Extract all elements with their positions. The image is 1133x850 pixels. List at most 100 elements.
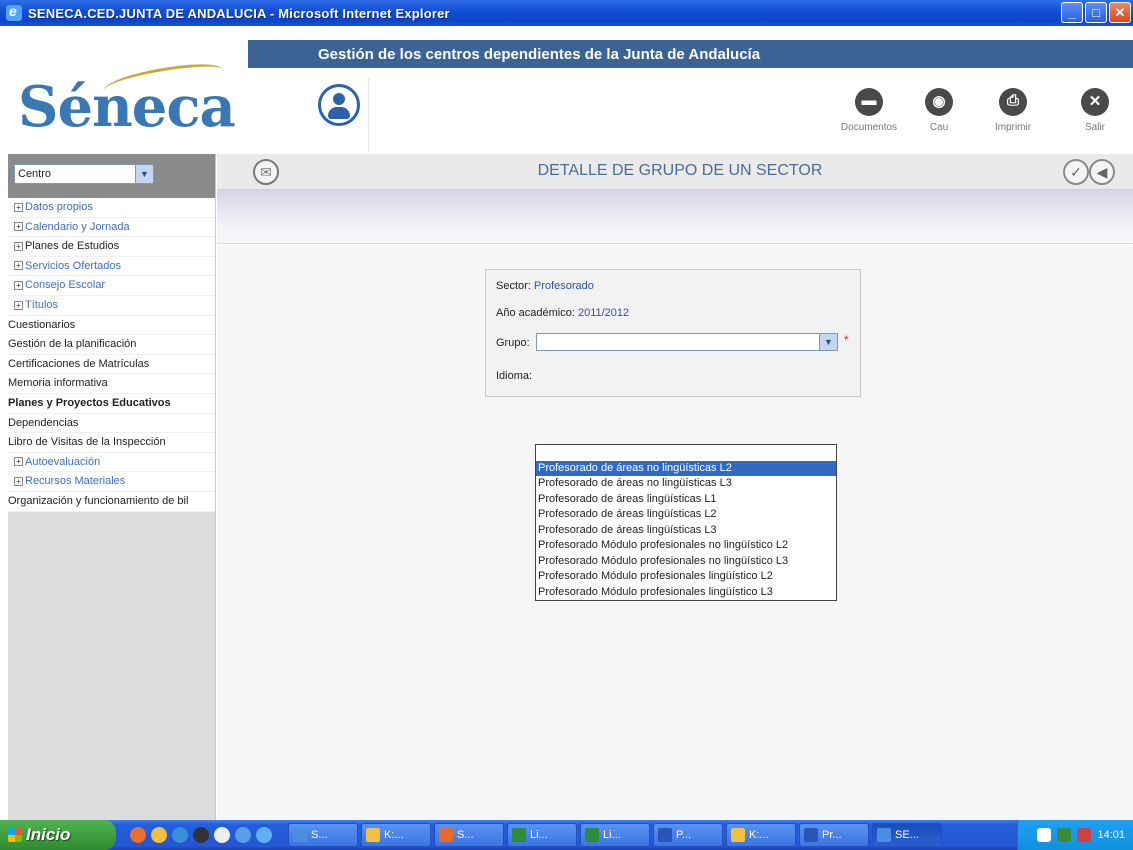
sidebar-item[interactable]: + Consejo Escolar — [8, 276, 215, 296]
accept-icon[interactable]: ✓ — [1063, 159, 1089, 185]
tray-network-icon[interactable] — [1057, 828, 1072, 842]
chevron-down-icon[interactable]: ▼ — [135, 165, 153, 183]
sidebar-item[interactable]: + Calendario y Jornada — [8, 218, 215, 238]
tray-arrow-icon[interactable] — [1037, 828, 1052, 842]
folder-icon[interactable] — [151, 827, 167, 843]
sidebar-item-label: Consejo Escolar — [25, 279, 106, 292]
ie-icon — [6, 3, 22, 21]
task-label: Pr... — [822, 829, 842, 841]
tray-app-icon[interactable] — [1077, 828, 1092, 842]
taskbar-task-button[interactable]: Li... — [580, 823, 650, 847]
window-controls: _ □ ✕ — [1061, 2, 1131, 23]
user-info-box — [368, 78, 608, 152]
user-avatar-icon[interactable] — [318, 84, 360, 126]
sidebar-item[interactable]: Cuestionarios — [8, 316, 215, 336]
dropdown-option[interactable]: Profesorado de áreas lingüísticas L2 — [536, 507, 836, 523]
centro-select[interactable]: Centro ▼ — [14, 164, 154, 184]
app-icon[interactable] — [193, 827, 209, 843]
exit-icon: ✕ — [1081, 88, 1109, 116]
imprimir-button[interactable]: ⎙ Imprimir — [978, 88, 1048, 133]
ie-icon[interactable] — [256, 827, 272, 843]
expand-plus-icon[interactable]: + — [14, 241, 23, 251]
dropdown-option[interactable] — [536, 445, 836, 461]
app-icon[interactable] — [214, 827, 230, 843]
header-banner: Gestión de los centros dependientes de l… — [248, 40, 1133, 68]
imprimir-label: Imprimir — [994, 122, 1032, 133]
taskbar-task-button[interactable]: K:... — [726, 823, 796, 847]
taskbar-task-button[interactable]: SE... — [872, 823, 942, 847]
sidebar-item[interactable]: Organización y funcionamiento de bil — [8, 492, 215, 512]
grupo-select[interactable]: ▼ — [536, 333, 838, 351]
window-title: SENECA.CED.JUNTA DE ANDALUCIA - Microsof… — [28, 5, 450, 21]
taskbar-task-button[interactable]: S... — [434, 823, 504, 847]
close-button[interactable]: ✕ — [1109, 2, 1131, 23]
dropdown-option[interactable]: Profesorado de áreas no lingüísticas L3 — [536, 476, 836, 492]
taskbar: Inicio S... K:... S... Li... Li... P... K:... P… — [0, 820, 1133, 850]
expand-plus-icon[interactable]: + — [14, 202, 23, 212]
taskbar-task-button[interactable]: Pr... — [799, 823, 869, 847]
sidebar-item[interactable]: + Planes de Estudios — [8, 237, 215, 257]
anio-label: Año académico: — [496, 307, 575, 319]
app-header: Gestión de los centros dependientes de l… — [8, 26, 1133, 154]
expand-plus-icon[interactable]: + — [14, 457, 23, 467]
sidebar-item[interactable]: + Datos propios — [8, 198, 215, 218]
sidebar-item[interactable]: + Servicios Ofertados — [8, 257, 215, 277]
chevron-down-icon[interactable]: ▼ — [819, 334, 837, 350]
dropdown-option[interactable]: Profesorado de áreas lingüísticas L3 — [536, 523, 836, 539]
sidebar-item-label: Organización y funcionamiento de bil — [8, 494, 189, 507]
taskbar-task-button[interactable]: P... — [653, 823, 723, 847]
centro-select-value: Centro — [18, 168, 52, 180]
task-app-icon — [658, 828, 672, 842]
documentos-button[interactable]: ▬ Documentos — [834, 88, 904, 133]
maximize-button[interactable]: □ — [1085, 2, 1107, 23]
sidebar-item-label: Servicios Ofertados — [25, 259, 121, 272]
dropdown-option[interactable]: Profesorado Módulo profesionales no ling… — [536, 554, 836, 570]
cau-button[interactable]: ◉ Cau — [904, 88, 974, 133]
print-icon: ⎙ — [999, 88, 1027, 116]
sidebar-item[interactable]: Dependencias — [8, 414, 215, 434]
dropdown-option[interactable]: Profesorado de áreas no lingüísticas L2 — [536, 460, 836, 476]
window-titlebar: SENECA.CED.JUNTA DE ANDALUCIA - Microsof… — [0, 0, 1133, 26]
expand-plus-icon[interactable]: + — [14, 476, 23, 486]
idioma-label: Idioma: — [496, 370, 533, 382]
app-icon[interactable] — [235, 827, 251, 843]
taskbar-task-button[interactable]: Li... — [507, 823, 577, 847]
sidebar-item[interactable]: Planes y Proyectos Educativos — [8, 394, 215, 414]
dropdown-option[interactable]: Profesorado Módulo profesionales no ling… — [536, 538, 836, 554]
sidebar-item[interactable]: Memoria informativa — [8, 374, 215, 394]
sidebar-item[interactable]: + Títulos — [8, 296, 215, 316]
clock: 14:01 — [1097, 829, 1125, 841]
minimize-button[interactable]: _ — [1061, 2, 1083, 23]
grupo-label: Grupo: — [496, 337, 530, 349]
sidebar-item-label: Gestión de la planificación — [8, 338, 137, 351]
grupo-dropdown-list: Profesorado de áreas no lingüísticas L2 P… — [535, 444, 837, 601]
cau-label: Cau — [929, 122, 949, 133]
task-label: K:... — [749, 829, 769, 841]
app-icon[interactable] — [172, 827, 188, 843]
task-app-icon — [804, 828, 818, 842]
sidebar-item[interactable]: Gestión de la planificación — [8, 335, 215, 355]
taskbar-task-button[interactable]: S... — [288, 823, 358, 847]
dropdown-option[interactable]: Profesorado Módulo profesionales lingüís… — [536, 585, 836, 601]
salir-button[interactable]: ✕ Salir — [1060, 88, 1130, 133]
expand-plus-icon[interactable]: + — [14, 261, 23, 271]
seneca-logo: Séneca — [18, 74, 236, 140]
main-toolbar: ✉ DETALLE DE GRUPO DE UN SECTOR ✓ ◀ — [217, 154, 1133, 190]
dropdown-option[interactable]: Profesorado de áreas lingüísticas L1 — [536, 492, 836, 508]
firefox-icon[interactable] — [130, 827, 146, 843]
taskbar-task-button[interactable]: K:... — [361, 823, 431, 847]
expand-plus-icon[interactable]: + — [14, 300, 23, 310]
task-app-icon — [585, 828, 599, 842]
documentos-label: Documentos — [840, 122, 898, 133]
expand-plus-icon[interactable]: + — [14, 280, 23, 290]
start-button[interactable]: Inicio — [0, 820, 116, 850]
task-app-icon — [731, 828, 745, 842]
sidebar-item[interactable]: + Recursos Materiales — [8, 472, 215, 492]
back-arrow-icon[interactable]: ◀ — [1089, 159, 1115, 185]
dropdown-option[interactable]: Profesorado Módulo profesionales lingüís… — [536, 569, 836, 585]
sidebar-item-label: Certificaciones de Matrículas — [8, 357, 150, 370]
expand-plus-icon[interactable]: + — [14, 222, 23, 232]
sidebar-item[interactable]: Libro de Visitas de la Inspección — [8, 433, 215, 453]
sidebar-item[interactable]: Certificaciones de Matrículas — [8, 355, 215, 375]
sidebar-item[interactable]: + Autoevaluación — [8, 453, 215, 473]
